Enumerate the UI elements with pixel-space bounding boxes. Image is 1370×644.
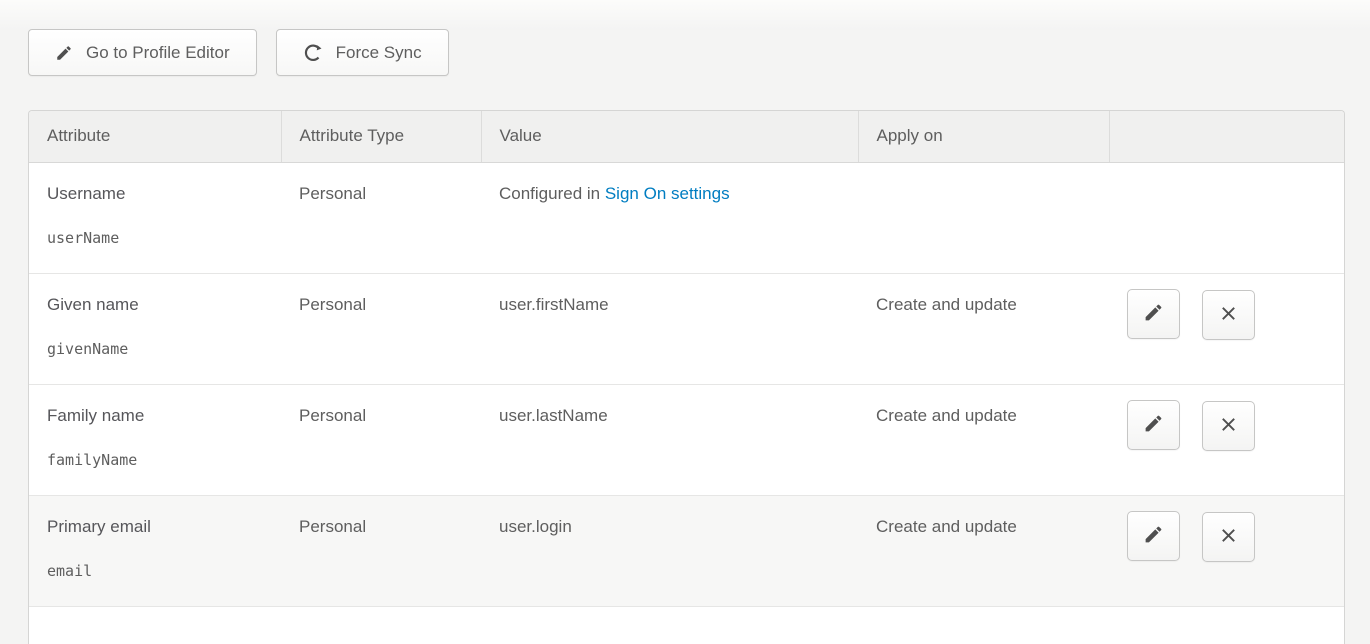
- attribute-code: givenName: [47, 340, 271, 358]
- x-icon: [1219, 526, 1238, 548]
- header-attribute: Attribute: [29, 111, 281, 162]
- apply-on-value: Create and update: [876, 406, 1017, 425]
- x-icon: [1219, 415, 1238, 437]
- edit-attribute-button[interactable]: [1127, 511, 1180, 561]
- attribute-label: Family name: [47, 406, 271, 426]
- pencil-icon: [1143, 524, 1164, 548]
- table-row: Family name familyName Personal user.las…: [29, 384, 1344, 495]
- attribute-label: Given name: [47, 295, 271, 315]
- pencil-icon: [1143, 413, 1164, 437]
- value-expression: user.firstName: [499, 295, 609, 314]
- header-actions: [1109, 111, 1344, 162]
- pencil-icon: [55, 44, 73, 62]
- delete-attribute-button[interactable]: [1202, 512, 1255, 562]
- header-attribute-type: Attribute Type: [281, 111, 481, 162]
- table-row-empty: [29, 606, 1344, 644]
- go-to-profile-editor-button[interactable]: Go to Profile Editor: [28, 29, 257, 76]
- edit-attribute-button[interactable]: [1127, 289, 1180, 339]
- value-expression: user.lastName: [499, 406, 608, 425]
- force-sync-button[interactable]: Force Sync: [276, 29, 449, 76]
- value-expression: user.login: [499, 517, 572, 536]
- pencil-icon: [1143, 302, 1164, 326]
- header-value: Value: [481, 111, 858, 162]
- force-sync-label: Force Sync: [336, 43, 422, 63]
- delete-attribute-button[interactable]: [1202, 290, 1255, 340]
- attribute-mappings-table: Attribute Attribute Type Value Apply on …: [28, 110, 1345, 644]
- apply-on-value: Create and update: [876, 295, 1017, 314]
- attribute-type: Personal: [299, 184, 366, 203]
- attribute-code: email: [47, 562, 271, 580]
- attribute-code: familyName: [47, 451, 271, 469]
- table-header-row: Attribute Attribute Type Value Apply on: [29, 111, 1344, 162]
- attribute-label: Primary email: [47, 517, 271, 537]
- go-to-profile-editor-label: Go to Profile Editor: [86, 43, 230, 63]
- attribute-type: Personal: [299, 295, 366, 314]
- attribute-type: Personal: [299, 517, 366, 536]
- sign-on-settings-link[interactable]: Sign On settings: [605, 184, 730, 203]
- edit-attribute-button[interactable]: [1127, 400, 1180, 450]
- attribute-code: userName: [47, 229, 271, 247]
- x-icon: [1219, 304, 1238, 326]
- table-row: Primary email email Personal user.login …: [29, 495, 1344, 606]
- value-text: Configured in: [499, 184, 605, 203]
- refresh-icon: [303, 43, 323, 63]
- apply-on-value: Create and update: [876, 517, 1017, 536]
- toolbar: Go to Profile Editor Force Sync: [28, 29, 449, 76]
- attribute-label: Username: [47, 184, 271, 204]
- header-apply-on: Apply on: [858, 111, 1109, 162]
- attribute-type: Personal: [299, 406, 366, 425]
- table-row: Username userName Personal Configured in…: [29, 162, 1344, 273]
- table-row: Given name givenName Personal user.first…: [29, 273, 1344, 384]
- delete-attribute-button[interactable]: [1202, 401, 1255, 451]
